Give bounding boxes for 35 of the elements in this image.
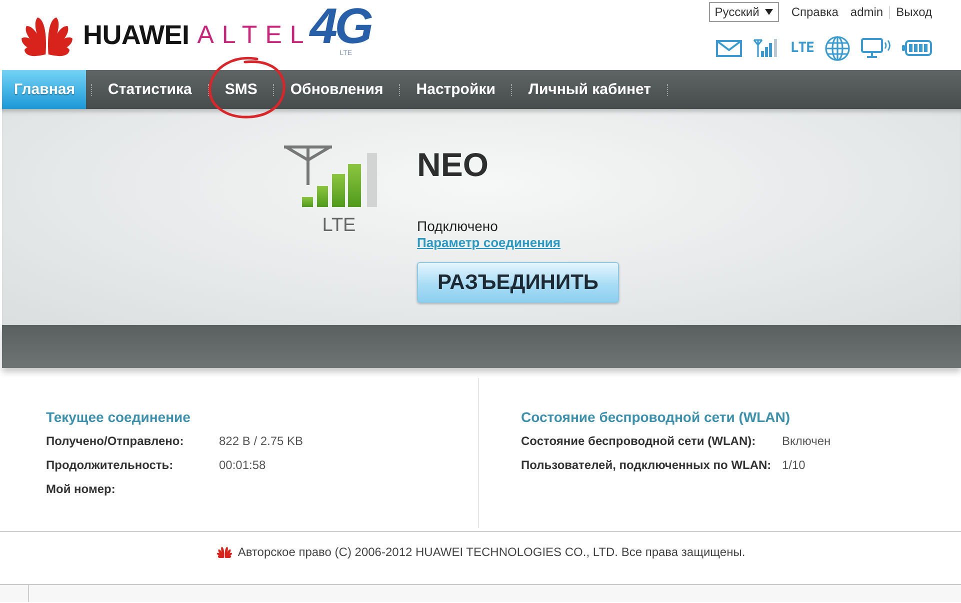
network-type-label: LTE (321, 215, 357, 237)
field-label: Получено/Отправлено: (46, 434, 185, 448)
nav-tab[interactable]: Личный кабинет (512, 70, 668, 109)
field-label: Пользователей, подключенных по WLAN: (521, 458, 772, 472)
caret-icon (765, 9, 774, 15)
field-label: Мой номер: (46, 482, 116, 496)
signal-strength-icon (753, 38, 780, 58)
battery-icon (902, 40, 932, 56)
language-select[interactable]: Русский (708, 2, 780, 22)
envelope-icon[interactable] (716, 40, 742, 56)
signal-strength-icon (283, 143, 379, 209)
field-label: Продолжительность: (46, 458, 174, 472)
field-value: 00:01:58 (219, 458, 266, 472)
nav-tab[interactable]: SMS (208, 70, 274, 109)
user-name: admin (850, 5, 884, 19)
header-link[interactable]: Выход (896, 5, 932, 19)
copyright-text: Авторское право (C) 2006-2012 HUAWEI TECHNOLOGIES CO., LTD. Все права защищены. (238, 544, 746, 558)
field-label: Состояние беспроводной сети (WLAN): (521, 434, 757, 448)
brand-name: HUAWEI (83, 20, 190, 50)
field-value: 822 B / 2.75 KB (219, 434, 304, 448)
header-link[interactable]: Справка (791, 5, 838, 19)
field-value: Включен (782, 434, 831, 448)
nav-tab[interactable]: Статистика (92, 70, 208, 109)
section-title: Состояние беспроводной сети (WLAN) (521, 409, 792, 426)
connection-status: Подключено (417, 217, 498, 235)
nav-tab[interactable]: Обновления (274, 70, 400, 109)
field-value: 1/10 (782, 458, 806, 472)
section-title: Текущее соединение (46, 409, 192, 426)
disconnect-button[interactable]: РАЗЪЕДИНИТЬ (417, 262, 619, 303)
monitor-icon (861, 38, 891, 58)
globe-icon (825, 36, 850, 60)
network-type-label: LTE (790, 40, 814, 56)
nav-tab[interactable]: Настройки (400, 70, 512, 109)
operator-name: NEO (417, 146, 489, 184)
petal-logo-icon (216, 546, 233, 558)
